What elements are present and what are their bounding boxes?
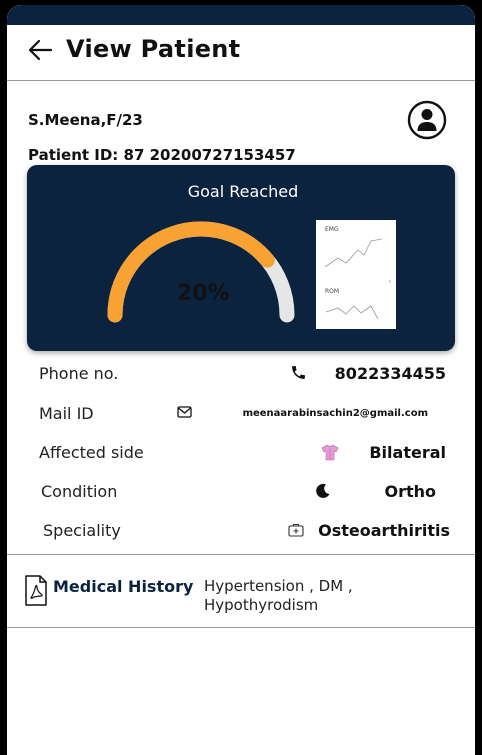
mail-value[interactable]: meenaarabinsachin2@gmail.com xyxy=(243,408,428,419)
mail-label: Mail ID xyxy=(39,404,94,423)
status-bar xyxy=(7,5,475,25)
goal-percent: 20% xyxy=(177,281,230,306)
mail-icon xyxy=(177,406,192,418)
patient-id: Patient ID: 87 20200727153457 xyxy=(28,146,296,164)
mini-line-charts xyxy=(324,238,391,320)
moon-icon xyxy=(316,483,330,498)
detail-row-phone: Phone no. 8022334455 xyxy=(7,360,475,390)
medical-kit-icon xyxy=(288,523,304,537)
speciality-label: Speciality xyxy=(43,521,121,540)
speciality-value: Osteoarthiritis xyxy=(318,521,450,540)
condition-value: Ortho xyxy=(384,482,436,501)
affected-side-value: Bilateral xyxy=(369,443,446,462)
page-title: View Patient xyxy=(66,35,241,63)
medical-history-label[interactable]: Medical History xyxy=(53,577,193,596)
detail-row-condition: Condition Ortho xyxy=(7,477,475,507)
detail-row-affected-side: Affected side Bilateral xyxy=(7,438,475,468)
affected-side-label: Affected side xyxy=(39,443,144,462)
detail-row-speciality: Speciality Osteoarthiritis xyxy=(7,516,475,546)
pdf-document-icon[interactable] xyxy=(24,575,48,606)
user-avatar-icon[interactable] xyxy=(407,100,447,140)
shirt-icon xyxy=(321,444,339,461)
back-arrow-icon[interactable] xyxy=(27,39,53,61)
phone-value[interactable]: 8022334455 xyxy=(335,364,446,383)
app-header: View Patient xyxy=(7,25,475,81)
condition-label: Condition xyxy=(41,482,118,501)
phone-label: Phone no. xyxy=(39,364,119,383)
app-screen: View Patient S.Meena,F/23 Patient ID: 87… xyxy=(7,5,475,755)
goal-card: Goal Reached 20% EMG ROM xyxy=(27,165,455,351)
medical-history-text: Hypertension , DM , Hypothyrodism xyxy=(204,577,353,614)
detail-row-mail: Mail ID meenaarabinsachin2@gmail.com xyxy=(7,399,475,429)
emg-rom-chart-thumbnail[interactable]: EMG ROM xyxy=(316,220,396,329)
patient-name: S.Meena,F/23 xyxy=(28,111,143,129)
divider xyxy=(7,627,475,628)
phone-icon[interactable] xyxy=(290,364,307,381)
divider xyxy=(7,554,475,555)
